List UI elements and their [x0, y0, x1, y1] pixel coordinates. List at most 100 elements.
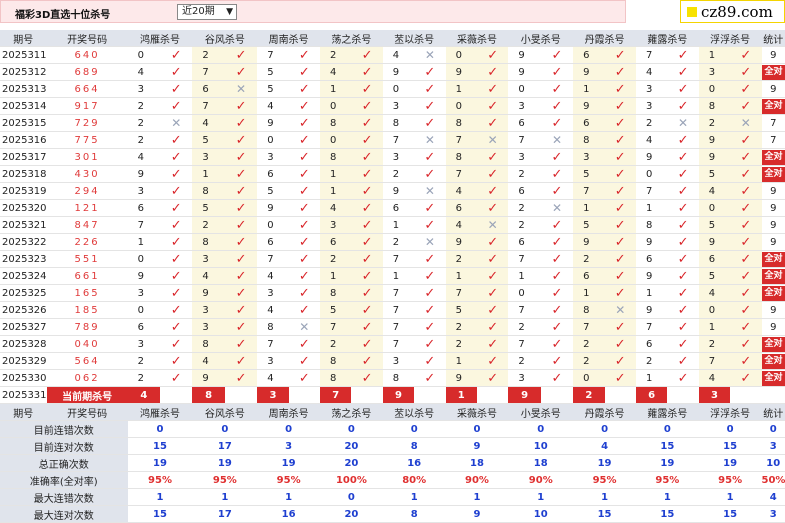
kill-digit: 2	[573, 335, 605, 353]
result-cell: ✓	[288, 335, 321, 353]
kill-digit: 9	[698, 131, 731, 149]
check-icon: ✓	[235, 302, 247, 318]
period-select[interactable]: 近20期 ▼	[177, 4, 237, 20]
stats-value: 1	[508, 488, 574, 506]
all-correct-badge: 全对	[761, 370, 785, 386]
check-icon: ✓	[361, 336, 373, 352]
kill-digit: 2	[320, 46, 352, 64]
check-icon: ✓	[424, 81, 436, 97]
kill-digit: 8	[573, 301, 605, 319]
check-icon: ✓	[170, 302, 182, 318]
kill-digit: 4	[320, 199, 352, 217]
table-row: 2025316 775 2 ✓ 5 ✓ 0 ✓ 0 ✓ 7 ✕ 7 ✕ 7 ✕ 8 ✓ 4 ✓ 9 ✓ 7	[0, 131, 785, 149]
cross-icon: ✕	[171, 116, 182, 130]
kill-digit: 0	[445, 97, 477, 115]
result-cell: ✕	[288, 318, 321, 336]
result-cell: ✓	[667, 63, 699, 81]
check-icon: ✓	[487, 302, 499, 318]
stats-value: 9	[445, 505, 509, 523]
check-icon: ✓	[551, 302, 563, 318]
check-icon: ✓	[487, 370, 499, 386]
stats-value: 4	[761, 488, 785, 506]
col-header-expert: 周南杀号	[257, 30, 321, 47]
kill-digit: 6	[573, 114, 605, 132]
check-icon: ✓	[677, 302, 689, 318]
result-cell: ✓	[730, 131, 762, 149]
check-icon: ✓	[424, 336, 436, 352]
stats-value: 1	[635, 488, 699, 506]
kill-digit: 4	[257, 369, 289, 387]
kill-digit: 3	[127, 80, 161, 98]
result-cell: ✓	[351, 199, 383, 217]
row-stat: 全对	[761, 63, 785, 81]
table-row: 2025329 564 2 ✓ 4 ✓ 3 ✓ 8 ✓ 3 ✓ 1 ✓ 2 ✓ 2 ✓ 2 ✓ 7 ✓ 全对	[0, 352, 785, 370]
stats-value: 19	[635, 454, 699, 472]
kill-digit: 2	[320, 250, 352, 268]
draw-number: 301	[46, 148, 128, 166]
check-icon: ✓	[424, 285, 436, 301]
result-cell: ✓	[540, 97, 574, 115]
result-cell: ✓	[667, 335, 699, 353]
result-cell: ✓	[414, 250, 446, 268]
result-cell: ✓	[730, 63, 762, 81]
check-icon: ✓	[614, 370, 626, 386]
stats-value: 1	[382, 488, 446, 506]
stats-value: 0	[127, 420, 193, 438]
check-icon: ✓	[740, 370, 752, 386]
result-cell: ✓	[604, 165, 636, 183]
col-header-expert: 丹霞杀号	[573, 30, 636, 47]
col-header-issue: 期号	[0, 30, 47, 47]
kill-digit: 4	[320, 63, 352, 81]
stats-value: 19	[257, 454, 321, 472]
cross-icon: ✕	[551, 133, 562, 147]
result-cell: ✓	[730, 352, 762, 370]
check-icon: ✓	[235, 200, 247, 216]
result-cell: ✓	[540, 63, 574, 81]
kill-digit: 5	[573, 165, 605, 183]
issue-number: 2025320	[0, 199, 47, 217]
stats-value: 17	[192, 505, 258, 523]
draw-number: 847	[46, 216, 128, 234]
kill-digit: 3	[257, 352, 289, 370]
site-logo[interactable]: cz89.com	[680, 0, 785, 23]
stats-value: 95%	[635, 471, 699, 489]
kill-digit: 5	[445, 301, 477, 319]
issue-number: 2025319	[0, 182, 47, 200]
result-cell: ✓	[540, 318, 574, 336]
result-cell: ✓	[351, 80, 383, 98]
check-icon: ✓	[424, 64, 436, 80]
result-cell: ✓	[604, 148, 636, 166]
kill-digit: 5	[573, 216, 605, 234]
stats-value: 15	[698, 437, 762, 455]
result-cell: ✓	[288, 301, 321, 319]
check-icon: ✓	[361, 268, 373, 284]
kill-digit: 6	[127, 318, 161, 336]
stats-value: 18	[508, 454, 574, 472]
kill-digit: 8	[382, 369, 415, 387]
check-icon: ✓	[235, 115, 247, 131]
check-icon: ✓	[298, 302, 310, 318]
check-icon: ✓	[551, 319, 563, 335]
result-cell: ✓	[730, 233, 762, 251]
result-cell: ✓	[160, 97, 193, 115]
check-icon: ✓	[677, 47, 689, 63]
check-icon: ✓	[424, 302, 436, 318]
result-cell: ✓	[604, 63, 636, 81]
kill-digit: 2	[508, 199, 541, 217]
kill-digit: 2	[127, 114, 161, 132]
result-cell: ✓	[160, 301, 193, 319]
stats-value: 15	[635, 437, 699, 455]
prediction-spacer	[288, 386, 321, 404]
all-correct-badge: 全对	[761, 149, 785, 165]
check-icon: ✓	[170, 234, 182, 250]
check-icon: ✓	[235, 285, 247, 301]
result-cell: ✓	[288, 352, 321, 370]
stats-value: 95%	[192, 471, 258, 489]
table-row: 2025315 729 2 ✕ 4 ✓ 9 ✓ 8 ✓ 8 ✓ 8 ✓ 6 ✓ 6 ✓ 2 ✕ 2 ✕ 7	[0, 114, 785, 132]
table-row: 2025323 551 0 ✓ 3 ✓ 7 ✓ 2 ✓ 7 ✓ 2 ✓ 7 ✓ 2 ✓ 6 ✓ 6 ✓ 全对	[0, 250, 785, 268]
col-header-stat: 统计	[761, 30, 785, 47]
table-row: 2025312 689 4 ✓ 7 ✓ 5 ✓ 4 ✓ 9 ✓ 9 ✓ 9 ✓ 9 ✓ 4 ✓ 3 ✓ 全对	[0, 63, 785, 81]
result-cell: ✓	[351, 148, 383, 166]
result-cell: ✓	[476, 97, 509, 115]
kill-digit: 2	[127, 131, 161, 149]
